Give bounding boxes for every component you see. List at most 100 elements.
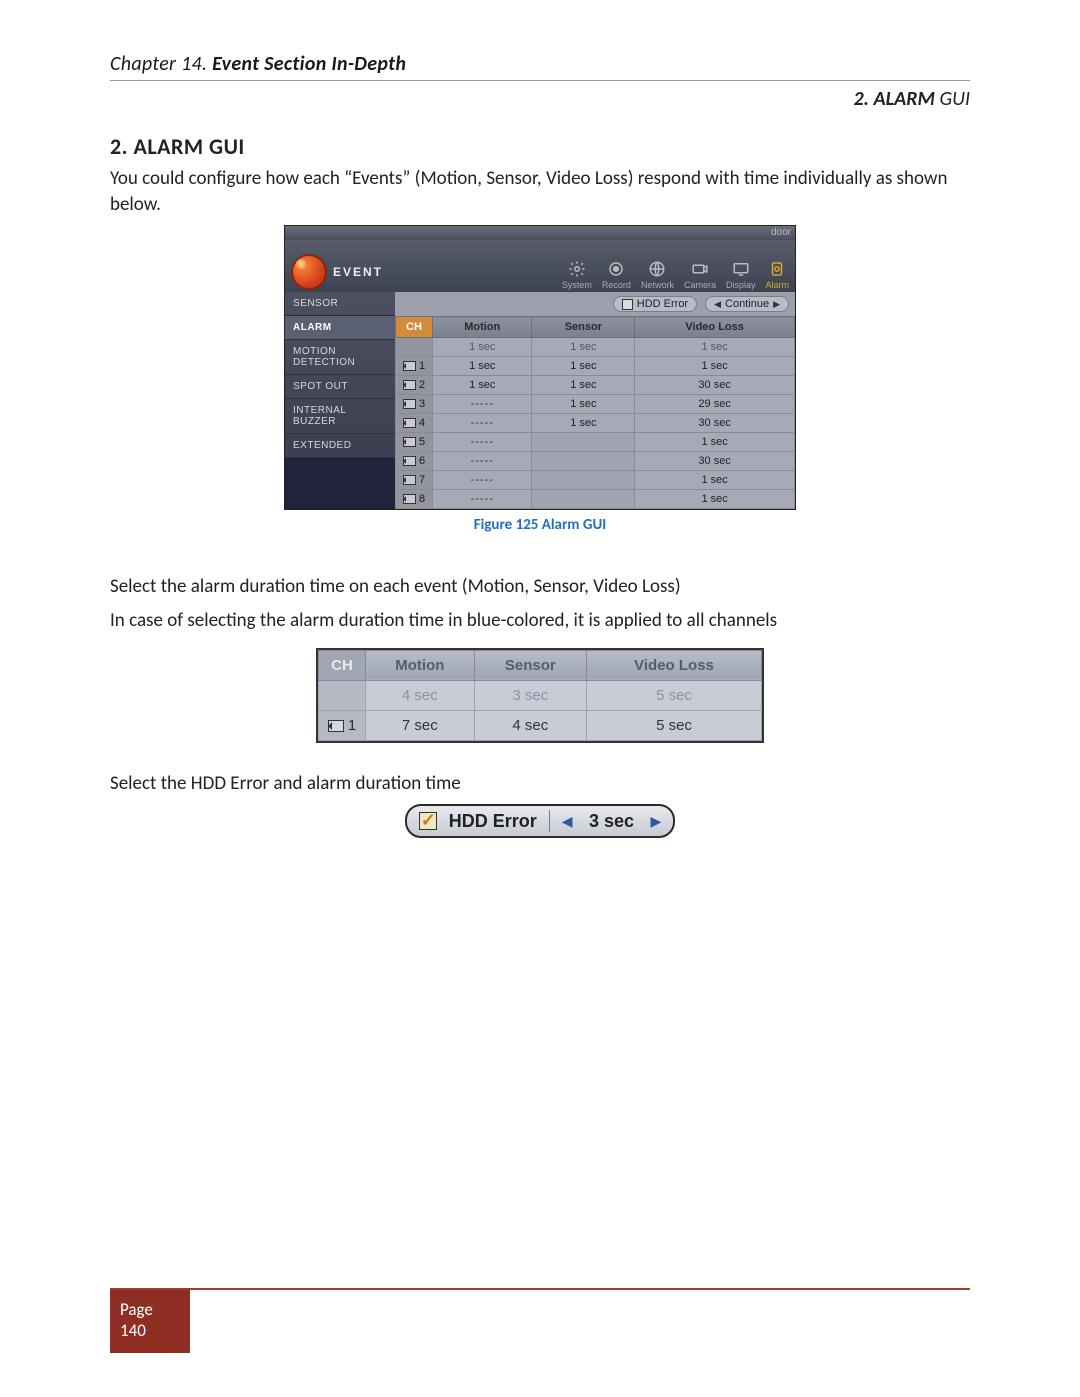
ch-number: 7 xyxy=(419,474,425,486)
grid-cell[interactable]: 4 sec xyxy=(474,710,586,740)
grid-cell[interactable]: ----- xyxy=(433,490,532,509)
grid-header-row: CH Motion Sensor Video Loss xyxy=(319,650,762,680)
chapter-title: Event Section In-Depth xyxy=(212,52,406,76)
record-icon xyxy=(607,260,625,278)
ch-number: 5 xyxy=(419,436,425,448)
sidebar-fill xyxy=(285,458,395,509)
col-ch[interactable]: CH xyxy=(396,317,433,338)
camera-row-icon xyxy=(403,456,416,466)
col-sensor[interactable]: Sensor xyxy=(532,317,635,338)
grid-cell[interactable] xyxy=(532,490,635,509)
grid-cell[interactable]: 1 sec xyxy=(532,376,635,395)
hdd-error-label: HDD Error xyxy=(449,811,537,832)
grid-cell-ch: 6 xyxy=(396,452,433,471)
sidebar-item-extended[interactable]: EXTENDED xyxy=(285,434,395,458)
gear-icon xyxy=(568,260,586,278)
grid-cell[interactable]: 1 sec xyxy=(635,357,795,376)
sidebar-item-alarm[interactable]: ALARM xyxy=(285,316,395,340)
continue-stepper[interactable]: ◀ Continue ▶ xyxy=(705,296,789,312)
grid-row: 5 ----- 1 sec xyxy=(396,433,795,452)
nav-label: Record xyxy=(602,280,631,290)
nav-network[interactable]: Network xyxy=(641,260,674,290)
grid-cell[interactable] xyxy=(532,471,635,490)
grid-row: 4 ----- 1 sec 30 sec xyxy=(396,414,795,433)
nav-alarm[interactable]: Alarm xyxy=(765,260,789,290)
grid-cell-ch: 8 xyxy=(396,490,433,509)
grid-cell-ch: 1 xyxy=(396,357,433,376)
globe-icon xyxy=(648,260,666,278)
grid-cell-ch: 3 xyxy=(396,395,433,414)
grid-cell[interactable]: 30 sec xyxy=(635,376,795,395)
ch-number: 6 xyxy=(419,455,425,467)
camera-row-icon xyxy=(328,720,344,732)
event-title: EVENT xyxy=(333,265,383,279)
grid-cell[interactable]: ----- xyxy=(433,452,532,471)
grid-cell[interactable]: 1 sec xyxy=(635,338,795,357)
duration-stepper[interactable]: ◀ 3 sec ▶ xyxy=(562,811,662,832)
grid-cell[interactable]: 7 sec xyxy=(366,710,475,740)
event-logo-icon xyxy=(291,254,327,290)
grid-cell-ch: 1 xyxy=(319,710,366,740)
grid-cell[interactable]: 30 sec xyxy=(635,452,795,471)
grid-cell[interactable]: 1 sec xyxy=(433,357,532,376)
col-motion[interactable]: Motion xyxy=(366,650,475,680)
nav-camera[interactable]: Camera xyxy=(684,260,716,290)
chevron-right-icon: ▶ xyxy=(773,299,780,310)
grid-cell[interactable]: 1 sec xyxy=(635,433,795,452)
grid-cell[interactable]: 1 sec xyxy=(635,490,795,509)
chevron-right-icon[interactable]: ▶ xyxy=(651,813,662,830)
grid-cell[interactable]: 29 sec xyxy=(635,395,795,414)
camera-row-icon xyxy=(403,418,416,428)
sidebar-item-internal-buzzer[interactable]: INTERNAL BUZZER xyxy=(285,399,395,434)
grid-cell[interactable]: ----- xyxy=(433,395,532,414)
grid-cell[interactable]: 1 sec xyxy=(532,338,635,357)
grid-cell[interactable]: 1 sec xyxy=(433,376,532,395)
col-videoloss[interactable]: Video Loss xyxy=(587,650,762,680)
grid-cell[interactable]: 1 sec xyxy=(532,395,635,414)
grid-cell[interactable]: 30 sec xyxy=(635,414,795,433)
checkbox-checked-icon[interactable] xyxy=(419,812,437,830)
window-note: door xyxy=(771,227,791,238)
grid-cell[interactable] xyxy=(532,452,635,471)
hdd-error-toggle[interactable]: HDD Error xyxy=(613,296,697,312)
page-label: Page xyxy=(120,1300,184,1320)
col-videoloss[interactable]: Video Loss xyxy=(635,317,795,338)
nav-record[interactable]: Record xyxy=(602,260,631,290)
sidebar-item-motion-detection[interactable]: MOTION DETECTION xyxy=(285,340,395,375)
grid-row: 3 ----- 1 sec 29 sec xyxy=(396,395,795,414)
window-titlebar: door xyxy=(285,226,795,240)
body-paragraph: Select the HDD Error and alarm duration … xyxy=(110,771,970,797)
page-footer: Page 140 xyxy=(110,1288,970,1353)
col-ch[interactable]: CH xyxy=(319,650,366,680)
camera-row-icon xyxy=(403,380,416,390)
alarm-top-controls: HDD Error ◀ Continue ▶ xyxy=(395,292,795,316)
hdd-error-control[interactable]: HDD Error ◀ 3 sec ▶ xyxy=(405,804,676,838)
col-motion[interactable]: Motion xyxy=(433,317,532,338)
grid-cell[interactable]: 5 sec xyxy=(587,710,762,740)
col-sensor[interactable]: Sensor xyxy=(474,650,586,680)
grid-cell[interactable]: 4 sec xyxy=(366,680,475,710)
ch-number: 1 xyxy=(348,717,356,734)
grid-row-all: 4 sec 3 sec 5 sec xyxy=(319,680,762,710)
grid-cell[interactable]: ----- xyxy=(433,433,532,452)
camera-row-icon xyxy=(403,475,416,485)
grid-row: 7 ----- 1 sec xyxy=(396,471,795,490)
grid-cell[interactable]: 5 sec xyxy=(587,680,762,710)
grid-cell[interactable]: 1 sec xyxy=(635,471,795,490)
grid-cell[interactable]: 3 sec xyxy=(474,680,586,710)
grid-cell[interactable]: ----- xyxy=(433,471,532,490)
nav-label: Display xyxy=(726,280,756,290)
section-title: 2. ALARM GUI xyxy=(110,133,970,160)
chevron-left-icon[interactable]: ◀ xyxy=(562,813,573,830)
nav-system[interactable]: System xyxy=(562,260,592,290)
grid-cell[interactable] xyxy=(532,433,635,452)
grid-cell[interactable]: ----- xyxy=(433,414,532,433)
grid-cell[interactable]: 1 sec xyxy=(532,414,635,433)
sidebar-item-sensor[interactable]: SENSOR xyxy=(285,292,395,316)
checkbox-unchecked-icon xyxy=(622,299,633,310)
page-number-badge: Page 140 xyxy=(110,1290,190,1353)
grid-cell[interactable]: 1 sec xyxy=(532,357,635,376)
sidebar-item-spot-out[interactable]: SPOT OUT xyxy=(285,375,395,399)
nav-display[interactable]: Display xyxy=(726,260,756,290)
grid-cell[interactable]: 1 sec xyxy=(433,338,532,357)
